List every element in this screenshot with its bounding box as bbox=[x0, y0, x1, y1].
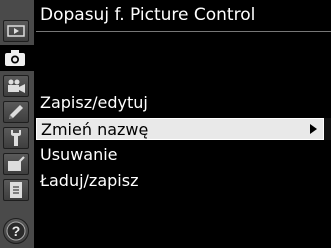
menu-item-label: Zapisz/edytuj bbox=[40, 93, 148, 112]
retouch-icon bbox=[7, 156, 25, 172]
tab-my-menu[interactable] bbox=[3, 179, 29, 201]
title-divider bbox=[36, 31, 331, 32]
tab-playback[interactable] bbox=[3, 20, 29, 42]
tab-shooting[interactable] bbox=[0, 45, 34, 71]
menu-item-label: Ładuj/zapisz bbox=[40, 171, 139, 190]
playback-icon bbox=[7, 25, 25, 37]
camera-menu-screen: ? Dopasuj f. Picture Control Zapisz/edyt… bbox=[0, 0, 331, 248]
wrench-icon bbox=[9, 129, 23, 147]
my-menu-icon bbox=[8, 181, 24, 199]
camera-icon bbox=[4, 49, 26, 67]
help-button[interactable]: ? bbox=[3, 218, 29, 244]
selection-end-cap bbox=[324, 118, 331, 140]
help-icon: ? bbox=[6, 221, 26, 241]
menu-item-load-save[interactable]: Ładuj/zapisz bbox=[36, 170, 308, 192]
menu-item-label: Zmień nazwę bbox=[41, 120, 149, 139]
menu-item-label: Usuwanie bbox=[40, 145, 118, 164]
chevron-right-icon bbox=[310, 124, 317, 134]
tab-custom-settings[interactable] bbox=[3, 101, 29, 123]
movie-icon bbox=[6, 79, 26, 93]
pencil-icon bbox=[8, 104, 24, 120]
tab-retouch[interactable] bbox=[3, 153, 29, 175]
menu-item-save-edit[interactable]: Zapisz/edytuj bbox=[36, 92, 308, 114]
menu-item-rename[interactable]: Zmień nazwę bbox=[36, 118, 324, 140]
tab-movie[interactable] bbox=[3, 75, 29, 97]
tab-setup[interactable] bbox=[3, 127, 29, 149]
menu-item-delete[interactable]: Usuwanie bbox=[36, 144, 308, 166]
svg-text:?: ? bbox=[12, 223, 21, 239]
menu-sidebar: ? bbox=[0, 0, 34, 248]
page-title: Dopasuj f. Picture Control bbox=[40, 5, 256, 25]
